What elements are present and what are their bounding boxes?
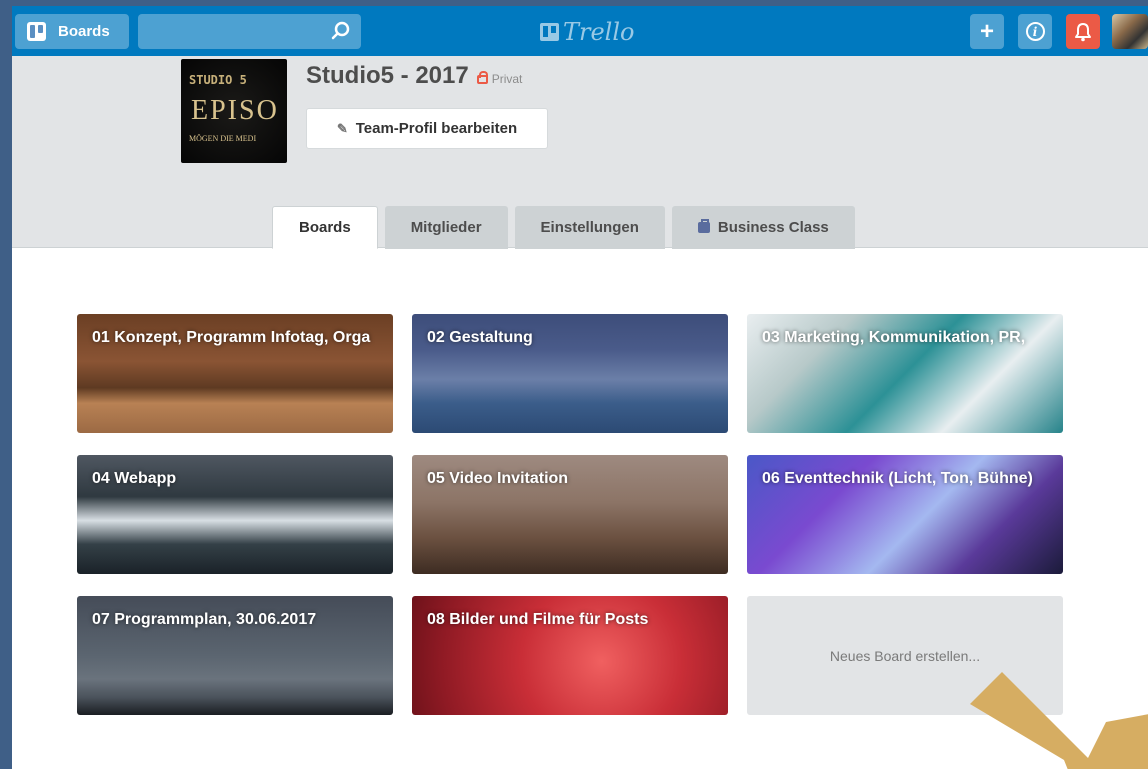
board-tile[interactable]: 06 Eventtechnik (Licht, Ton, Bühne) <box>747 455 1063 574</box>
board-title: 01 Konzept, Programm Infotag, Orga <box>92 329 371 346</box>
board-title: 06 Eventtechnik (Licht, Ton, Bühne) <box>762 470 1033 487</box>
lock-icon <box>476 71 488 84</box>
bell-icon <box>1075 22 1091 41</box>
search-input[interactable] <box>138 14 361 49</box>
team-logo-line3: MÖGEN DIE MEDI <box>189 134 257 143</box>
add-button[interactable]: + <box>970 14 1004 49</box>
board-tile[interactable]: 03 Marketing, Kommunikation, PR, <box>747 314 1063 433</box>
board-tile[interactable]: 04 Webapp <box>77 455 393 574</box>
trello-logo[interactable]: Trello <box>540 17 634 47</box>
edit-team-profile-label: Team-Profil bearbeiten <box>355 120 518 137</box>
board-title: 08 Bilder und Filme für Posts <box>427 611 649 628</box>
privacy-label: Privat <box>491 71 523 86</box>
avatar[interactable] <box>1112 14 1148 49</box>
team-logo: STUDIO 5 EPISO MÖGEN DIE MEDI <box>181 59 287 163</box>
board-title: 05 Video Invitation <box>427 470 569 487</box>
arrow-icon <box>970 672 1148 769</box>
board-tile[interactable]: 05 Video Invitation <box>412 455 728 574</box>
tab-label: Einstellungen <box>540 219 639 236</box>
board-title: 02 Gestaltung <box>427 329 533 346</box>
boards-button-label: Boards <box>58 23 110 40</box>
tab-label: Mitglieder <box>410 219 482 236</box>
pencil-icon: ✎ <box>336 120 348 136</box>
board-title: 04 Webapp <box>92 470 177 487</box>
top-bar: Boards Trello + i <box>12 6 1148 56</box>
trello-logo-text: Trello <box>563 18 635 46</box>
app-window: Boards Trello + i STUDIO 5 EPISO MÖGEN D… <box>12 6 1148 769</box>
team-logo-line2: EPISO <box>191 95 279 126</box>
info-button[interactable]: i <box>1018 14 1052 49</box>
board-tile[interactable]: 07 Programmplan, 30.06.2017 <box>77 596 393 715</box>
board-title: 03 Marketing, Kommunikation, PR, <box>762 329 1026 346</box>
info-icon: i <box>1025 22 1045 41</box>
board-title: 07 Programmplan, 30.06.2017 <box>92 611 317 628</box>
trello-logo-icon <box>540 23 559 41</box>
team-logo-line1: STUDIO 5 <box>189 73 247 87</box>
board-tile[interactable]: 01 Konzept, Programm Infotag, Orga <box>77 314 393 433</box>
team-header: STUDIO 5 EPISO MÖGEN DIE MEDI Studio5 - … <box>12 56 1148 249</box>
tab-settings[interactable]: Einstellungen <box>514 206 665 249</box>
tab-boards[interactable]: Boards <box>272 206 378 249</box>
board-tile[interactable]: 02 Gestaltung <box>412 314 728 433</box>
team-tabs: Boards Mitglieder Einstellungen Business… <box>272 206 862 249</box>
board-tile[interactable]: 08 Bilder und Filme für Posts <box>412 596 728 715</box>
notifications-button[interactable] <box>1066 14 1100 49</box>
tab-label: Business Class <box>717 219 829 236</box>
boards-icon <box>27 22 46 41</box>
plus-icon: + <box>979 17 994 45</box>
privacy-badge[interactable]: Privat <box>476 71 523 86</box>
team-name: Studio5 - 2017 <box>306 62 469 89</box>
create-board-label: Neues Board erstellen... <box>829 647 981 664</box>
briefcase-icon <box>697 219 710 233</box>
boards-button[interactable]: Boards <box>15 14 129 49</box>
search-icon[interactable] <box>330 20 352 42</box>
tab-label: Boards <box>299 219 351 236</box>
edit-team-profile-button[interactable]: ✎ Team-Profil bearbeiten <box>306 108 548 149</box>
tab-members[interactable]: Mitglieder <box>384 206 508 249</box>
tab-business-class[interactable]: Business Class <box>671 206 855 249</box>
page-title: Studio5 - 2017 Privat <box>306 62 522 90</box>
